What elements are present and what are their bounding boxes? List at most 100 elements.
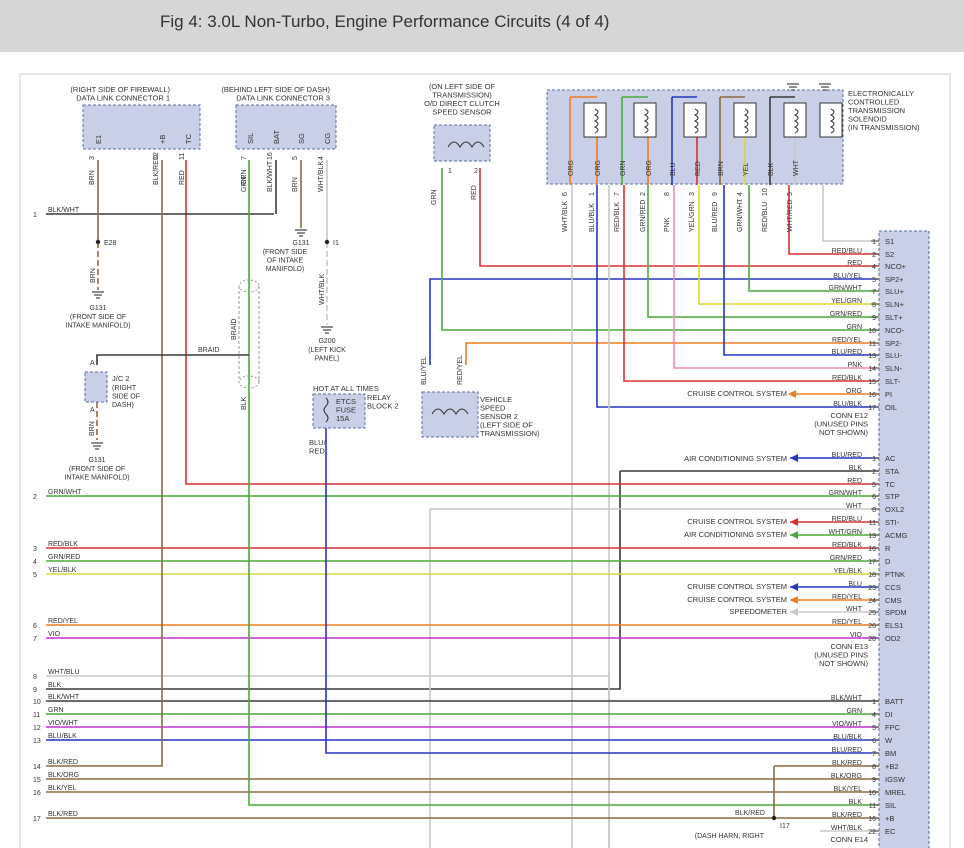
ecm-wire-label: BLU/RED (832, 747, 862, 754)
left-wire-label: GRN (48, 707, 64, 714)
label-text: (RIGHT (112, 385, 137, 392)
dlc1-wire-label: RED (179, 170, 186, 185)
ecm-pin-number: 11 (869, 341, 876, 348)
left-wire-number: 12 (33, 725, 41, 732)
ecm-pin-number: 28 (868, 636, 876, 643)
ecm-wire-label: BLU/BLK (833, 401, 862, 408)
ecm-signal-sp2-: SP2- (885, 339, 902, 348)
left-wire-number: 13 (33, 738, 41, 745)
solenoid-inner-label: WHT (793, 159, 800, 176)
label-text: A (90, 360, 95, 367)
ecm-signal-pi: PI (885, 390, 892, 399)
label-text: G131 (292, 240, 309, 247)
solenoid-out-label: BLU/RED (712, 202, 719, 232)
ecm-pin-number: 22 (868, 829, 876, 836)
ecm-wire-label: GRN/WHT (829, 285, 863, 292)
dlc1-pin-label: +B (158, 135, 167, 144)
solenoid-pin: 8 (664, 192, 671, 196)
label-text: E28 (104, 240, 117, 247)
label-text: AIR CONDITIONING SYSTEM (684, 454, 787, 463)
ecm-signal-d: D (885, 557, 891, 566)
ecm-pin-number: 10 (868, 328, 876, 335)
label-text: SPEED SENSOR (432, 108, 492, 117)
ecm-pin-number: 10 (868, 790, 876, 797)
left-wire-label: BLK/RED (48, 811, 78, 818)
label-text: CRUISE CONTROL SYSTEM (687, 582, 787, 591)
ecm-signal-ptnk: PTNK (885, 570, 905, 579)
label-text: SIDE OF (112, 394, 140, 401)
solenoid-out-label: WHT/BLK (562, 201, 569, 232)
ecm-signal-+b: +B (885, 814, 894, 823)
left-wire-number: 3 (33, 546, 37, 553)
label-text: (FRONT SIDE (263, 249, 308, 256)
solenoid-coil-box (633, 102, 657, 138)
ecm-signal-ac: AC (885, 454, 896, 463)
label-text: RED/YEL (457, 355, 464, 385)
ecm-signal-spdm: SPDM (885, 608, 907, 617)
label-text: DATA LINK CONNECTOR 3 (236, 94, 330, 103)
left-wire-number: 9 (33, 687, 37, 694)
ecm-signal-slu+: SLU+ (885, 287, 905, 296)
left-wire-number: 15 (33, 777, 41, 784)
ecm-pin-number: 8 (872, 302, 876, 309)
solenoid-pin: 10 (762, 188, 769, 196)
solenoid-inner-label: BRN (718, 161, 725, 176)
left-wire-number: 1 (33, 212, 37, 219)
ecm-signal-bm: BM (885, 749, 896, 758)
label-text: DASH) (112, 402, 134, 409)
label-text: (IN TRANSMISSION) (848, 123, 920, 132)
ecm-signal-nco+: NCO+ (885, 262, 907, 271)
label-text: WHT/BLK (319, 274, 326, 305)
ecm-pin-number: 9 (872, 777, 876, 784)
ecm-pin-number: 14 (868, 366, 876, 373)
dlc3-wire-label: WHT/BLK (318, 161, 325, 192)
ecm-wire-label: BLU/YEL (833, 273, 862, 280)
diagram-frame (19, 73, 951, 848)
od-speed-sensor (433, 124, 491, 162)
ecm-pin-number: 6 (872, 494, 876, 501)
ecm-pin-number: 4 (872, 712, 876, 719)
left-wire-label: BLK/ORG (48, 772, 79, 779)
left-wire-label: BLK/WHT (48, 207, 80, 214)
splice-node (324, 239, 330, 245)
solenoid-inner-label: ORG (595, 160, 602, 176)
label-text: J/C 2 (112, 374, 130, 383)
label-text: (FRONT SIDE OF (69, 466, 125, 473)
label-text: 1 (448, 168, 452, 175)
ecm-wire-label: BLK/WHT (831, 695, 863, 702)
label-text: G200 (318, 338, 335, 345)
label-text: (FRONT SIDE OF (70, 314, 126, 321)
ecm-wire-label: RED/BLK (832, 375, 862, 382)
label-text: HOT AT ALL TIMES (313, 384, 379, 393)
solenoid-pin: 6 (562, 192, 569, 196)
label-text: NOT SHOWN) (819, 428, 869, 437)
dlc3-pin-number: 5 (292, 156, 299, 160)
ecm-signal-fpc: FPC (885, 723, 901, 732)
ecm-wire-label: GRN (846, 708, 862, 715)
ecm-signal-mrel: MREL (885, 788, 906, 797)
ecm-pin-number: 18 (868, 572, 876, 579)
ecm-signal-+b2: +B2 (885, 762, 899, 771)
label-text: SPEEDOMETER (729, 607, 787, 616)
solenoid-out-label: RED/BLU (762, 202, 769, 232)
ecm-wire-label: BLK/RED (832, 760, 862, 767)
dlc3-pin-label: SG (297, 133, 306, 144)
label-text: BRN (90, 268, 97, 283)
ecm-pin-number: 1 (872, 239, 876, 246)
ecm-pin-number: 7 (872, 289, 876, 296)
ecm-signal-r: R (885, 544, 891, 553)
ecm-wire-label: RED (847, 260, 862, 267)
ecm-wire-label: BLK/ORG (831, 773, 862, 780)
label-text: GRN (241, 169, 248, 185)
label-text: I17 (780, 823, 790, 830)
left-wire-number: 6 (33, 623, 37, 630)
ecm-wire-label: GRN/RED (830, 555, 862, 562)
dlc3-pin-label: SIL (246, 133, 255, 144)
ecm-signal-stp: STP (885, 492, 900, 501)
left-wire-number: 17 (33, 816, 41, 823)
ecm-signal-nco-: NCO- (885, 326, 905, 335)
dlc3-wire-label: BRN (292, 177, 299, 192)
label-text: BLK (241, 396, 248, 410)
label-text: 2 (474, 168, 478, 175)
solenoid-out-label: BLU/BLK (589, 203, 596, 232)
